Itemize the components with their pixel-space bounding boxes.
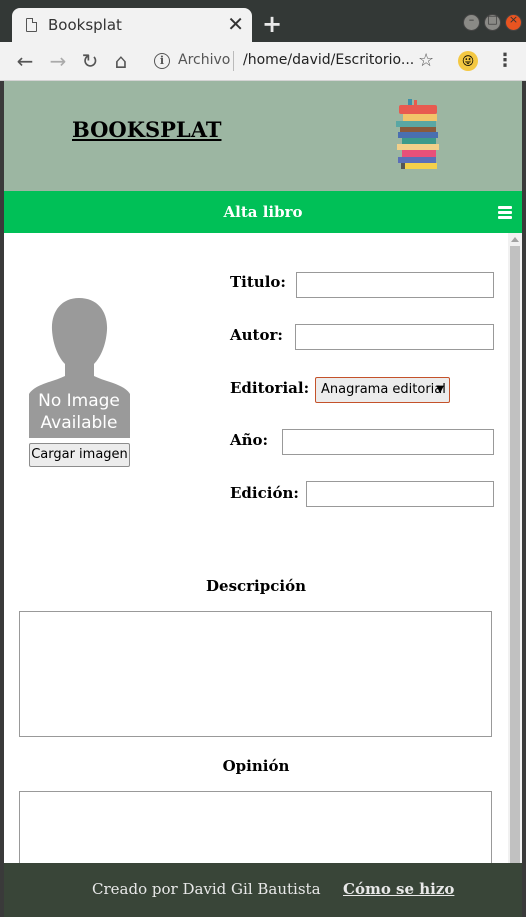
autor-input[interactable] (295, 324, 494, 350)
anio-input[interactable] (282, 429, 494, 455)
browser-toolbar: ← → ↻ ⌂ i Archivo /home/david/Escritorio… (0, 42, 526, 81)
titulo-label: Titulo: (230, 273, 286, 291)
descripcion-textarea[interactable] (19, 611, 492, 737)
tab-title: Booksplat (48, 16, 122, 34)
scroll-thumb[interactable] (510, 246, 520, 867)
document-icon (26, 18, 37, 32)
site-navbar: Alta libro (4, 191, 522, 233)
bookmark-star-icon[interactable]: ☆ (418, 50, 434, 71)
editorial-selected-value: Anagrama editorial (321, 382, 446, 397)
editorial-label: Editorial: (230, 379, 310, 397)
extension-emoji-icon[interactable]: 😜 (458, 51, 478, 71)
browser-tab[interactable]: Booksplat ✕ (12, 8, 252, 42)
descripcion-label: Descripción (206, 577, 306, 595)
tab-close-icon[interactable]: ✕ (227, 13, 244, 35)
placeholder-text-line1: No Image (38, 391, 120, 411)
browser-titlebar: Booksplat ✕ + – □ × (0, 0, 526, 42)
new-tab-button[interactable]: + (262, 12, 282, 36)
address-bar[interactable]: /home/david/Escritorio... (243, 52, 414, 68)
forward-arrow-icon[interactable]: → (47, 50, 69, 72)
address-separator (233, 51, 234, 71)
titulo-input[interactable] (296, 272, 494, 298)
como-se-hizo-link[interactable]: Cómo se hizo (343, 880, 454, 898)
back-arrow-icon[interactable]: ← (14, 50, 36, 72)
edicion-input[interactable] (306, 481, 494, 507)
site-title-link[interactable]: BOOKSPLAT (72, 117, 221, 142)
web-page: BOOKSPLAT Alta libro No Image Available (4, 81, 522, 917)
site-header: BOOKSPLAT (4, 81, 522, 191)
upload-image-button[interactable]: Cargar imagen (29, 443, 130, 467)
opinion-label: Opinión (222, 757, 290, 775)
placeholder-text-line2: Available (41, 413, 118, 433)
window-close-button[interactable]: × (505, 13, 522, 31)
scroll-up-arrow-icon[interactable] (511, 237, 519, 242)
autor-label: Autor: (230, 326, 283, 344)
address-scheme-label: Archivo (178, 52, 231, 68)
home-icon[interactable]: ⌂ (110, 50, 132, 72)
info-icon[interactable]: i (154, 53, 170, 69)
window-maximize-button[interactable]: □ (484, 13, 501, 31)
book-stack-icon (396, 99, 439, 169)
page-heading: Alta libro (223, 203, 303, 221)
browser-menu-icon[interactable]: ⋮ (496, 50, 514, 71)
window-minimize-button[interactable]: – (463, 13, 480, 31)
hamburger-menu-icon[interactable] (498, 206, 512, 221)
dropdown-arrow-icon: ▼ (436, 384, 444, 395)
footer-credit: Creado por David Gil Bautista (92, 880, 321, 898)
site-footer: Creado por David Gil Bautista Cómo se hi… (4, 863, 522, 917)
anio-label: Año: (230, 431, 269, 449)
editorial-select[interactable]: Anagrama editorial ▼ (315, 377, 450, 403)
reload-icon[interactable]: ↻ (79, 50, 101, 72)
no-image-placeholder: No Image Available (29, 298, 130, 438)
page-scrollbar[interactable] (508, 233, 522, 867)
edicion-label: Edición: (230, 484, 299, 502)
